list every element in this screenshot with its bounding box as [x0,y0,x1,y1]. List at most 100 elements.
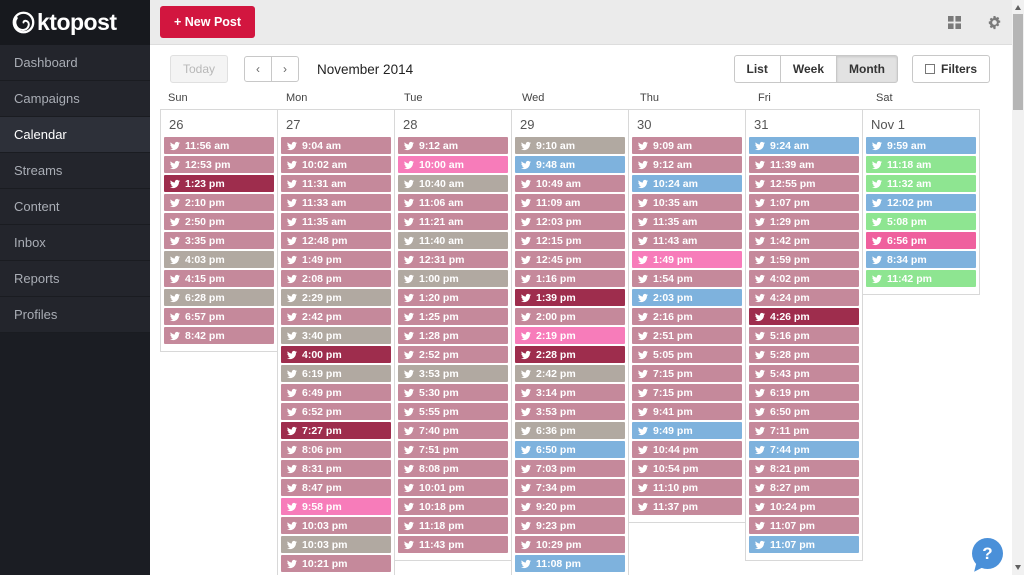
calendar-entry[interactable]: 12:45 pm [515,251,625,268]
calendar-entry[interactable]: 11:31 am [281,175,391,192]
calendar-entry[interactable]: 11:35 am [281,213,391,230]
calendar-entry[interactable]: 3:53 pm [515,403,625,420]
filters-button[interactable]: Filters [911,55,990,83]
calendar-entry[interactable]: 2:52 pm [398,346,508,363]
sidebar-item-calendar[interactable]: Calendar [0,117,150,153]
calendar-entry[interactable]: 8:27 pm [749,479,859,496]
calendar-entry[interactable]: 8:47 pm [281,479,391,496]
calendar-entry[interactable]: 12:15 pm [515,232,625,249]
calendar-entry[interactable]: 10:24 pm [749,498,859,515]
sidebar-item-reports[interactable]: Reports [0,261,150,297]
calendar-entry[interactable]: 9:48 am [515,156,625,173]
calendar-entry[interactable]: 1:25 pm [398,308,508,325]
calendar-entry[interactable]: 9:24 am [749,137,859,154]
calendar-entry[interactable]: 4:00 pm [281,346,391,363]
calendar-entry[interactable]: 6:49 pm [281,384,391,401]
calendar-entry[interactable]: 10:18 pm [398,498,508,515]
calendar-entry[interactable]: 10:03 pm [281,517,391,534]
calendar-entry[interactable]: 2:00 pm [515,308,625,325]
calendar-entry[interactable]: 4:26 pm [749,308,859,325]
scroll-down-arrow-icon[interactable] [1015,565,1021,570]
calendar-entry[interactable]: 1:59 pm [749,251,859,268]
calendar-entry[interactable]: 11:07 pm [749,536,859,553]
calendar-entry[interactable]: 9:09 am [632,137,742,154]
calendar-entry[interactable]: 11:40 am [398,232,508,249]
calendar-entry[interactable]: 10:44 pm [632,441,742,458]
calendar-entry[interactable]: 9:10 am [515,137,625,154]
sidebar-item-profiles[interactable]: Profiles [0,297,150,333]
calendar-entry[interactable]: 7:03 pm [515,460,625,477]
calendar-entry[interactable]: 1:20 pm [398,289,508,306]
calendar-entry[interactable]: 1:16 pm [515,270,625,287]
calendar-entry[interactable]: 9:23 pm [515,517,625,534]
calendar-entry[interactable]: 9:04 am [281,137,391,154]
calendar-entry[interactable]: 12:48 pm [281,232,391,249]
calendar-entry[interactable]: 2:19 pm [515,327,625,344]
calendar-entry[interactable]: 3:35 pm [164,232,274,249]
calendar-entry[interactable]: 1:28 pm [398,327,508,344]
calendar-entry[interactable]: 12:53 pm [164,156,274,173]
calendar-entry[interactable]: 9:12 am [632,156,742,173]
calendar-entry[interactable]: 2:28 pm [515,346,625,363]
calendar-entry[interactable]: 2:42 pm [281,308,391,325]
calendar-entry[interactable]: 10:29 pm [515,536,625,553]
calendar-entry[interactable]: 2:08 pm [281,270,391,287]
calendar-entry[interactable]: 4:15 pm [164,270,274,287]
calendar-entry[interactable]: 7:11 pm [749,422,859,439]
new-post-button[interactable]: + New Post [160,6,256,38]
calendar-entry[interactable]: 8:34 pm [866,251,976,268]
calendar-entry[interactable]: 11:37 pm [632,498,742,515]
gear-icon[interactable] [987,15,1002,30]
calendar-entry[interactable]: 2:51 pm [632,327,742,344]
calendar-entry[interactable]: 5:55 pm [398,403,508,420]
calendar-entry[interactable]: 3:53 pm [398,365,508,382]
calendar-entry[interactable]: 6:52 pm [281,403,391,420]
calendar-entry[interactable]: 5:43 pm [749,365,859,382]
sidebar-item-inbox[interactable]: Inbox [0,225,150,261]
calendar-entry[interactable]: 10:02 am [281,156,391,173]
calendar-entry[interactable]: 5:30 pm [398,384,508,401]
filters-checkbox[interactable] [924,64,935,74]
today-button[interactable]: Today [170,55,229,83]
calendar-entry[interactable]: 11:43 am [632,232,742,249]
calendar-entry[interactable]: 12:03 pm [515,213,625,230]
calendar-entry[interactable]: 10:01 pm [398,479,508,496]
calendar-entry[interactable]: 12:02 pm [866,194,976,211]
calendar-entry[interactable]: 11:10 pm [632,479,742,496]
calendar-entry[interactable]: 11:07 pm [749,517,859,534]
calendar-entry[interactable]: 9:49 pm [632,422,742,439]
sidebar-item-content[interactable]: Content [0,189,150,225]
vertical-scrollbar[interactable] [1012,0,1024,575]
calendar-entry[interactable]: 1:29 pm [749,213,859,230]
calendar-entry[interactable]: 6:19 pm [749,384,859,401]
calendar-entry[interactable]: 1:42 pm [749,232,859,249]
calendar-entry[interactable]: 7:44 pm [749,441,859,458]
scroll-up-arrow-icon[interactable] [1015,5,1021,10]
calendar-entry[interactable]: 5:08 pm [866,213,976,230]
calendar-entry[interactable]: 10:00 am [398,156,508,173]
sidebar-item-streams[interactable]: Streams [0,153,150,189]
calendar-entry[interactable]: 5:16 pm [749,327,859,344]
calendar-entry[interactable]: 10:49 am [515,175,625,192]
calendar-entry[interactable]: 11:18 am [866,156,976,173]
calendar-entry[interactable]: 1:07 pm [749,194,859,211]
calendar-entry[interactable]: 1:54 pm [632,270,742,287]
calendar-entry[interactable]: 11:42 pm [866,270,976,287]
calendar-entry[interactable]: 11:06 am [398,194,508,211]
calendar-entry[interactable]: 10:40 am [398,175,508,192]
calendar-entry[interactable]: 10:03 pm [281,536,391,553]
calendar-entry[interactable]: 8:42 pm [164,327,274,344]
calendar-entry[interactable]: 6:19 pm [281,365,391,382]
calendar-entry[interactable]: 6:50 pm [515,441,625,458]
calendar-entry[interactable]: 2:29 pm [281,289,391,306]
calendar-entry[interactable]: 1:49 pm [281,251,391,268]
calendar-entry[interactable]: 3:40 pm [281,327,391,344]
calendar-entry[interactable]: 10:21 pm [281,555,391,572]
calendar-entry[interactable]: 8:08 pm [398,460,508,477]
calendar-entry[interactable]: 9:41 pm [632,403,742,420]
calendar-entry[interactable]: 11:08 pm [515,555,625,572]
calendar-entry[interactable]: 11:39 am [749,156,859,173]
calendar-entry[interactable]: 6:36 pm [515,422,625,439]
view-button-list[interactable]: List [733,55,781,83]
view-button-week[interactable]: Week [779,55,837,83]
